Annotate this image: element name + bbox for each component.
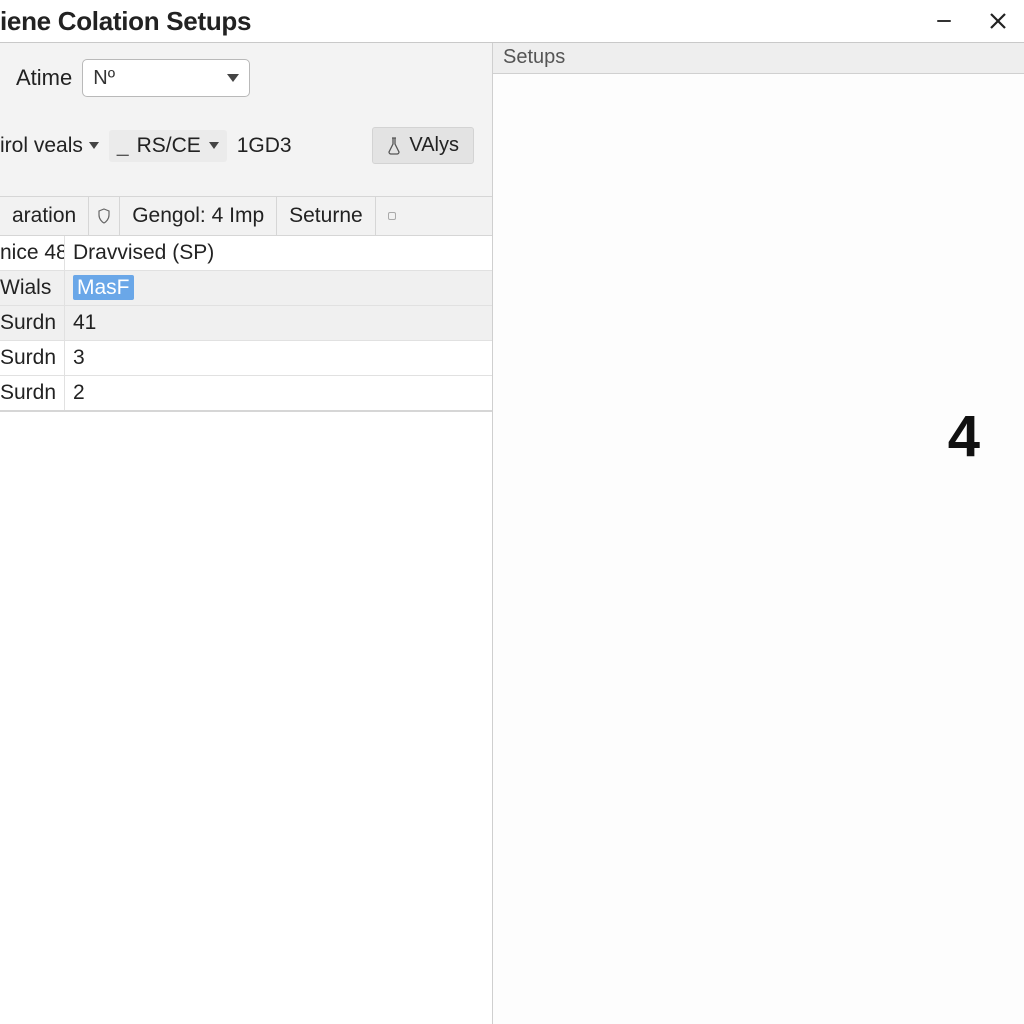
window-controls: [930, 7, 1018, 35]
right-pane: Setups 4: [493, 43, 1024, 1024]
filter-row: irol veals _ RS/CE 1GD3 VAlys: [0, 103, 492, 174]
table-header-c2: Dravvised (SP): [65, 236, 492, 270]
titlebar: iene Colation Setups: [0, 0, 1024, 42]
left-pane-empty-area: [0, 412, 492, 1024]
tab-gengol-label: Gengol: 4 Imp: [132, 204, 264, 228]
highlighted-value: MasF: [73, 275, 134, 300]
close-button[interactable]: [984, 7, 1012, 35]
table-row[interactable]: Surdn 3: [0, 341, 492, 376]
tab-seturne-label: Seturne: [289, 204, 363, 228]
setups-count: 4: [948, 403, 980, 470]
tab-row: aration Gengol: 4 Imp Seturne: [0, 196, 492, 236]
data-table: nice 48 Dravvised (SP) Wials MasF Surdn …: [0, 236, 492, 412]
table-cell-c1: Wials: [0, 271, 65, 305]
tab-aration[interactable]: aration: [0, 197, 89, 235]
tab-seturne[interactable]: Seturne: [277, 197, 376, 235]
table-cell-c1: Surdn: [0, 306, 65, 340]
code-text: 1GD3: [237, 134, 292, 158]
atime-label: Atime: [16, 65, 72, 91]
rsce-dropdown[interactable]: _ RS/CE: [109, 130, 227, 162]
left-pane: Atime Nº irol veals _ RS/CE 1GD3 VAly: [0, 43, 493, 1024]
table-cell-c1: Surdn: [0, 376, 65, 410]
table-cell-c2: 3: [65, 341, 492, 375]
minimize-button[interactable]: [930, 7, 958, 35]
valys-button[interactable]: VAlys: [372, 127, 474, 164]
chevron-down-icon: [89, 142, 99, 149]
table-row[interactable]: Surdn 2: [0, 376, 492, 411]
atime-row: Atime Nº: [0, 43, 492, 103]
setups-panel-header: Setups: [493, 43, 1024, 74]
flask-icon: [387, 137, 401, 155]
atime-dropdown-value: Nº: [93, 67, 115, 90]
table-cell-c2: MasF: [65, 271, 492, 305]
table-header-row: nice 48 Dravvised (SP): [0, 236, 492, 271]
irol-veals-dropdown[interactable]: irol veals: [0, 134, 99, 158]
table-cell-c1: Surdn: [0, 341, 65, 375]
tab-overflow[interactable]: [376, 197, 404, 235]
close-icon: [990, 13, 1006, 29]
chevron-down-icon: [209, 142, 219, 149]
minimize-icon: [937, 20, 951, 22]
table-cell-c2: 2: [65, 376, 492, 410]
table-row[interactable]: Surdn 41: [0, 306, 492, 341]
chevron-down-icon: [227, 74, 239, 82]
content-area: Atime Nº irol veals _ RS/CE 1GD3 VAly: [0, 43, 1024, 1024]
tab-gengol[interactable]: Gengol: 4 Imp: [120, 197, 277, 235]
rsce-label: RS/CE: [137, 134, 201, 158]
tab-aration-label: aration: [12, 204, 76, 228]
table-row[interactable]: Wials MasF: [0, 271, 492, 306]
underscore-prefix: _: [117, 134, 129, 158]
overflow-icon: [388, 212, 396, 220]
tab-icon-cell[interactable]: [89, 197, 120, 235]
window-title: iene Colation Setups: [0, 6, 251, 37]
valys-button-label: VAlys: [409, 134, 459, 157]
irol-veals-label: irol veals: [0, 134, 83, 158]
atime-dropdown[interactable]: Nº: [82, 59, 250, 97]
table-header-c1: nice 48: [0, 236, 65, 270]
table-cell-c2: 41: [65, 306, 492, 340]
shield-icon: [97, 208, 111, 224]
